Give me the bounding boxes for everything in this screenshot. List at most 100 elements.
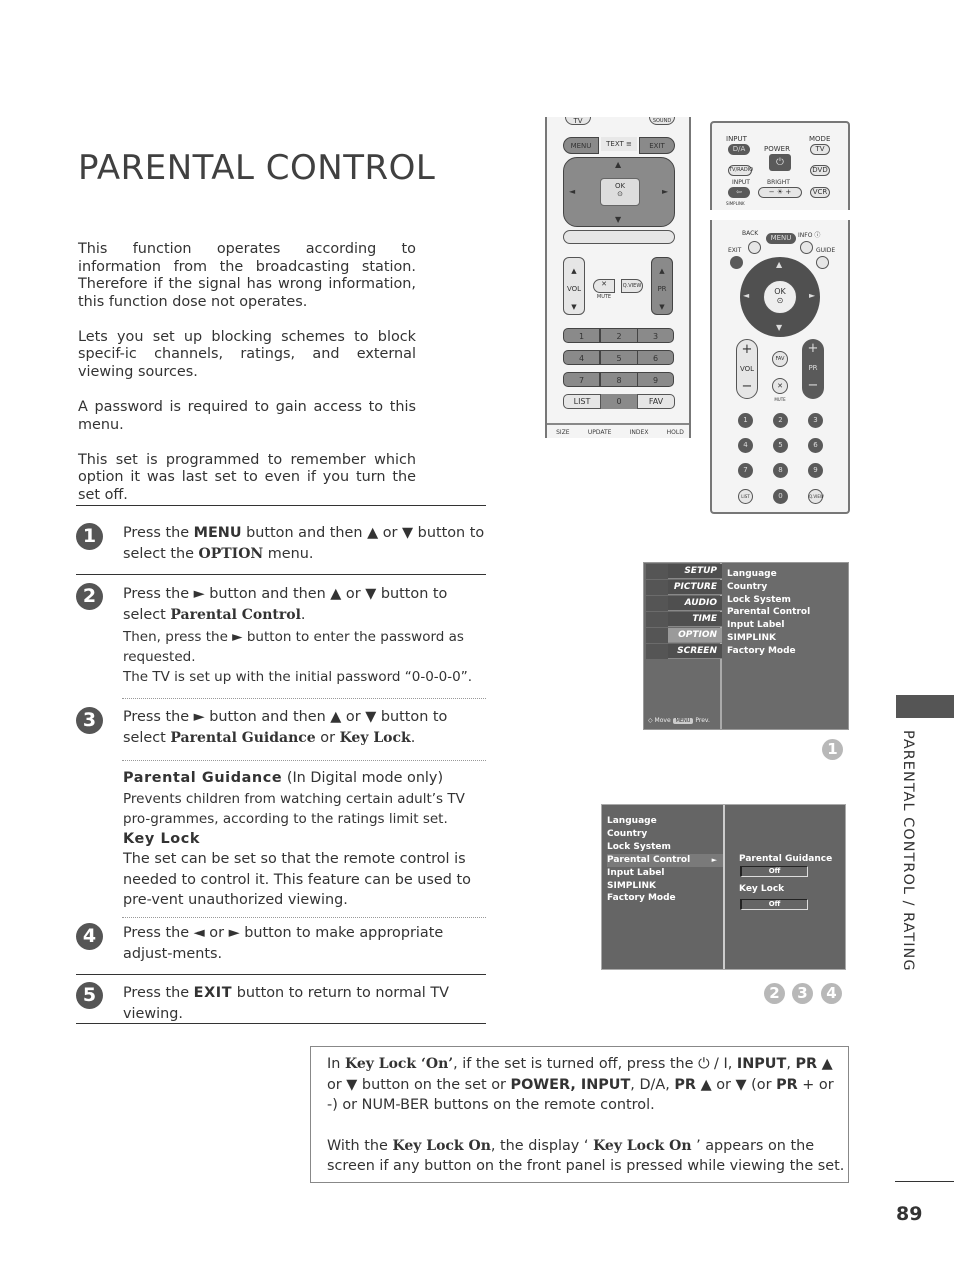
- tv-button[interactable]: TV: [565, 117, 591, 125]
- number-4-button[interactable]: 4: [563, 350, 600, 365]
- tab-time[interactable]: TIME: [646, 612, 722, 627]
- number-9-button[interactable]: 9: [808, 463, 823, 478]
- number-7-button[interactable]: 7: [563, 372, 600, 387]
- menu-item-simplink[interactable]: SIMPLINK: [607, 880, 723, 893]
- mute-button[interactable]: ✕: [772, 378, 788, 394]
- down-arrow-icon[interactable]: ▼: [615, 215, 621, 224]
- dvd-button[interactable]: DVD: [810, 165, 830, 176]
- power-label: POWER: [764, 145, 790, 153]
- volume-rocker[interactable]: ▲ VOL ▼: [563, 257, 585, 315]
- number-5-button[interactable]: 5: [600, 350, 638, 365]
- key-lock-on-keyword: Key Lock On: [593, 1137, 692, 1154]
- number-5-button[interactable]: 5: [773, 438, 788, 453]
- number-0-button[interactable]: 0: [773, 489, 788, 504]
- number-2-button[interactable]: 2: [773, 413, 788, 428]
- menu-item-factory-mode[interactable]: Factory Mode: [607, 892, 723, 905]
- text: , the display ‘: [490, 1137, 594, 1154]
- simplink-label: SIMPLINK: [726, 201, 745, 206]
- menu-item-language[interactable]: Language: [607, 815, 723, 828]
- number-3-button[interactable]: 3: [637, 328, 674, 343]
- right-arrow-icon[interactable]: ►: [809, 291, 815, 300]
- menu-item-country[interactable]: Country: [607, 828, 723, 841]
- menu-item-lock-system[interactable]: Lock System: [607, 841, 723, 854]
- direction-pad[interactable]: ▲ ▼ ◄ ► OK ⊙: [563, 157, 675, 227]
- left-arrow-icon[interactable]: ◄: [743, 291, 749, 300]
- text-button[interactable]: TEXT ≡: [601, 137, 637, 151]
- number-8-button[interactable]: 8: [773, 463, 788, 478]
- brightness-control[interactable]: − ☀ +: [758, 187, 802, 198]
- qview-button[interactable]: Q.VIEW: [621, 279, 643, 293]
- menu-item-country[interactable]: Country: [727, 581, 810, 594]
- key-lock-on-keyword: Key Lock On: [392, 1137, 491, 1154]
- hold-button[interactable]: HOLD: [667, 429, 684, 436]
- menu-button[interactable]: MENU: [563, 137, 599, 154]
- tab-audio[interactable]: AUDIO: [646, 596, 722, 611]
- step-number-4: 4: [76, 923, 103, 950]
- qview-button[interactable]: Q.VIEW: [808, 489, 824, 504]
- number-4-button[interactable]: 4: [738, 438, 753, 453]
- tab-screen[interactable]: SCREEN: [646, 644, 722, 659]
- update-button[interactable]: UPDATE: [588, 429, 612, 436]
- vcr-button[interactable]: VCR: [810, 187, 830, 198]
- menu-item-parental-control[interactable]: Parental Control ►: [607, 853, 723, 867]
- number-1-button[interactable]: 1: [563, 328, 600, 343]
- volume-rocker[interactable]: + VOL −: [736, 339, 758, 399]
- number-7-button[interactable]: 7: [738, 463, 753, 478]
- menu-item-parental-control[interactable]: Parental Control: [727, 606, 810, 619]
- menu-item-factory-mode[interactable]: Factory Mode: [727, 645, 810, 658]
- menu-tabs: SETUP PICTURE AUDIO TIME OPTION SCREEN ◇…: [644, 563, 722, 729]
- menu-item-language[interactable]: Language: [727, 568, 810, 581]
- parental-guidance-label: Parental Guidance: [739, 854, 833, 864]
- menu-item-input-label[interactable]: Input Label: [727, 619, 810, 632]
- left-arrow-icon[interactable]: ◄: [569, 187, 575, 196]
- number-8-button[interactable]: 8: [600, 372, 638, 387]
- sound-button[interactable]: SOUND: [649, 117, 675, 125]
- tab-picture[interactable]: PICTURE: [646, 580, 722, 595]
- back-button[interactable]: [748, 241, 761, 254]
- up-arrow-icon[interactable]: ▲: [615, 160, 621, 169]
- exit-button[interactable]: EXIT: [639, 137, 675, 154]
- number-3-button[interactable]: 3: [808, 413, 823, 428]
- fav-button[interactable]: FAV: [772, 351, 788, 367]
- program-rocker[interactable]: + PR −: [802, 339, 824, 399]
- tv-button[interactable]: TV: [810, 144, 830, 155]
- number-6-button[interactable]: 6: [637, 350, 674, 365]
- list-button[interactable]: LIST: [738, 489, 753, 504]
- power-button[interactable]: ⏻: [769, 154, 791, 171]
- program-rocker[interactable]: ▲ PR ▼: [651, 257, 673, 315]
- number-2-button[interactable]: 2: [600, 328, 638, 343]
- step-2-text: Press the ► button and then ▲ or ▼ butto…: [123, 584, 493, 687]
- parental-guidance-note: Parental Guidance (In Digital mode only)…: [123, 768, 493, 911]
- size-button[interactable]: SIZE: [556, 429, 569, 436]
- menu-item-lock-system[interactable]: Lock System: [727, 594, 810, 607]
- exit-button[interactable]: [730, 256, 743, 269]
- ok-button[interactable]: OK ⊙: [600, 178, 640, 206]
- number-0-button[interactable]: 0: [601, 394, 637, 409]
- number-9-button[interactable]: 9: [637, 372, 674, 387]
- guide-button[interactable]: [816, 256, 829, 269]
- menu-item-input-label[interactable]: Input Label: [607, 867, 723, 880]
- number-6-button[interactable]: 6: [808, 438, 823, 453]
- text: Then, press the ► button to enter the pa…: [123, 629, 464, 665]
- direction-pad[interactable]: ▲ ▼ ◄ ► OK ⊙: [740, 257, 820, 337]
- index-button[interactable]: INDEX: [630, 429, 649, 436]
- list-button[interactable]: LIST: [563, 394, 601, 409]
- fav-button[interactable]: FAV: [637, 394, 675, 409]
- menu-item-simplink[interactable]: SIMPLINK: [727, 632, 810, 645]
- right-arrow-icon[interactable]: ►: [662, 187, 668, 196]
- down-arrow-icon[interactable]: ▼: [776, 323, 782, 332]
- mute-button[interactable]: ✕: [593, 279, 615, 293]
- input-button[interactable]: ⇦: [728, 187, 750, 198]
- info-button[interactable]: [800, 241, 813, 254]
- tab-setup[interactable]: SETUP: [646, 564, 722, 579]
- up-arrow-icon[interactable]: ▲: [776, 260, 782, 269]
- tab-option[interactable]: OPTION: [646, 628, 722, 643]
- color-buttons[interactable]: [563, 230, 675, 244]
- key-lock-value[interactable]: Off: [740, 899, 808, 910]
- da-button[interactable]: D/A: [728, 144, 750, 155]
- menu-button[interactable]: MENU: [766, 233, 796, 244]
- parental-guidance-value[interactable]: Off: [740, 866, 808, 877]
- ok-button[interactable]: OK ⊙: [763, 280, 797, 314]
- number-1-button[interactable]: 1: [738, 413, 753, 428]
- tvradio-button[interactable]: TV/RADIO: [728, 165, 753, 176]
